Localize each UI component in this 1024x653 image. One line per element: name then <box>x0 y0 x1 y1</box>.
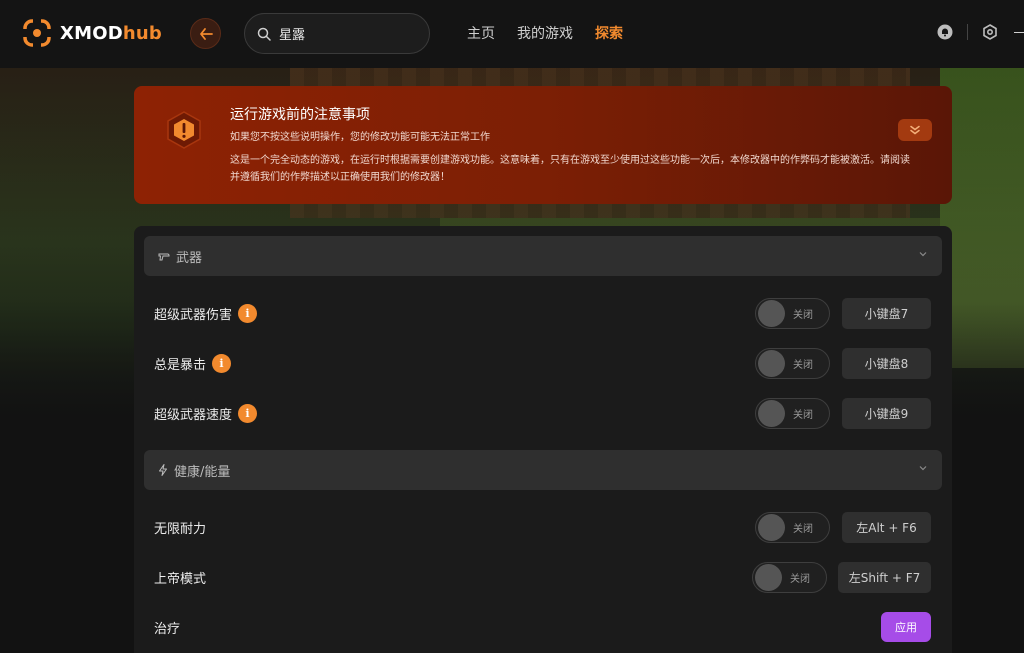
logo[interactable]: XMODhub <box>22 18 162 48</box>
toggle-knob <box>758 399 785 427</box>
cheat-row: 超级武器伤害 i 关闭 小键盘7 <box>154 296 932 330</box>
info-icon[interactable]: i <box>212 353 232 373</box>
section-title-health-energy: 健康/能量 <box>174 464 231 480</box>
cheat-row: 无限耐力 关闭 左Alt + F6 <box>154 510 932 544</box>
cheat-label: 超级武器速度 <box>154 407 233 423</box>
cheat-label: 无限耐力 <box>154 521 207 537</box>
info-icon[interactable]: i <box>238 403 258 423</box>
notice-subtitle: 如果您不按这些说明操作，您的修改功能可能无法正常工作 <box>230 132 490 143</box>
section-header-health-energy[interactable]: 健康/能量 <box>144 450 942 490</box>
notice-body: 这是一个完全动态的游戏，在运行时根据需要创建游戏功能。这意味着，只有在游戏至少使… <box>230 155 910 183</box>
double-chevron-down-icon <box>910 125 920 135</box>
xmod-logo-icon <box>22 18 52 48</box>
section-header-weapons[interactable]: 武器 <box>144 236 942 276</box>
toggle-knob <box>758 349 785 377</box>
search-icon <box>257 27 271 41</box>
brand-main: XMOD <box>60 22 123 44</box>
chevron-down-icon <box>919 252 927 257</box>
search-input[interactable] <box>279 26 409 41</box>
toolbar-divider <box>967 24 968 40</box>
info-icon[interactable]: i <box>238 303 258 323</box>
toggle-label: 关闭 <box>793 523 813 535</box>
lightning-icon <box>158 464 168 476</box>
nav-explore[interactable]: 探索 <box>595 23 623 43</box>
warning-icon <box>167 111 201 149</box>
cheat-label: 超级武器伤害 <box>154 307 233 323</box>
cheat-label: 总是暴击 <box>154 357 207 373</box>
search-bar[interactable] <box>244 13 430 54</box>
nav-my-games[interactable]: 我的游戏 <box>517 23 573 43</box>
settings-icon <box>983 24 997 40</box>
top-bar: XMODhub 主页 我的游戏 探索 <box>0 0 1024 68</box>
toggle-knob <box>758 299 785 327</box>
cheat-toggle[interactable]: 关闭 <box>755 297 830 329</box>
toggle-label: 关闭 <box>793 409 813 421</box>
back-button[interactable] <box>190 18 221 49</box>
cheat-toggle[interactable]: 关闭 <box>752 561 827 593</box>
hotkey-button[interactable]: 左Alt + F6 <box>842 511 931 543</box>
cheat-toggle[interactable]: 关闭 <box>755 397 830 429</box>
settings-button[interactable] <box>980 22 1000 42</box>
nav-home[interactable]: 主页 <box>467 23 495 43</box>
hotkey-button[interactable]: 左Shift + F7 <box>838 561 931 593</box>
cheat-row: 上帝模式 关闭 左Shift + F7 <box>154 560 932 594</box>
cheat-label: 治疗 <box>154 621 181 637</box>
notification-icon <box>937 24 953 40</box>
cheat-row: 总是暴击 i 关闭 小键盘8 <box>154 346 932 380</box>
hotkey-button[interactable]: 小键盘8 <box>842 347 931 379</box>
toggle-knob <box>755 563 782 591</box>
brand-name: XMODhub <box>60 23 162 44</box>
notice-banner: 运行游戏前的注意事项 如果您不按这些说明操作，您的修改功能可能无法正常工作 这是… <box>134 86 952 204</box>
top-right-icons <box>935 22 1024 42</box>
section-title-weapons: 武器 <box>176 250 203 266</box>
window-min-line[interactable] <box>1014 31 1024 33</box>
main-nav: 主页 我的游戏 探索 <box>467 23 623 43</box>
apply-button[interactable]: 应用 <box>881 612 931 642</box>
toggle-label: 关闭 <box>793 359 813 371</box>
weapon-icon <box>158 250 170 262</box>
back-arrow-icon <box>199 27 213 40</box>
cheat-toggle[interactable]: 关闭 <box>755 511 830 543</box>
notification-button[interactable] <box>935 22 955 42</box>
cheat-row: 超级武器速度 i 关闭 小键盘9 <box>154 396 932 430</box>
cheats-panel: 武器 超级武器伤害 i 关闭 小键盘7 总是暴击 i 关闭 小键盘8 超级武器速… <box>134 226 952 653</box>
cheat-toggle[interactable]: 关闭 <box>755 347 830 379</box>
cheat-label: 上帝模式 <box>154 571 207 587</box>
notice-title: 运行游戏前的注意事项 <box>230 107 370 123</box>
toggle-label: 关闭 <box>790 573 810 585</box>
toggle-knob <box>758 513 785 541</box>
cheat-row: 治疗 应用 <box>154 610 932 644</box>
hotkey-button[interactable]: 小键盘9 <box>842 397 931 429</box>
hotkey-button[interactable]: 小键盘7 <box>842 297 931 329</box>
chevron-down-icon <box>919 466 927 471</box>
brand-accent: hub <box>122 22 162 44</box>
notice-collapse-button[interactable] <box>898 119 932 141</box>
toggle-label: 关闭 <box>793 309 813 321</box>
